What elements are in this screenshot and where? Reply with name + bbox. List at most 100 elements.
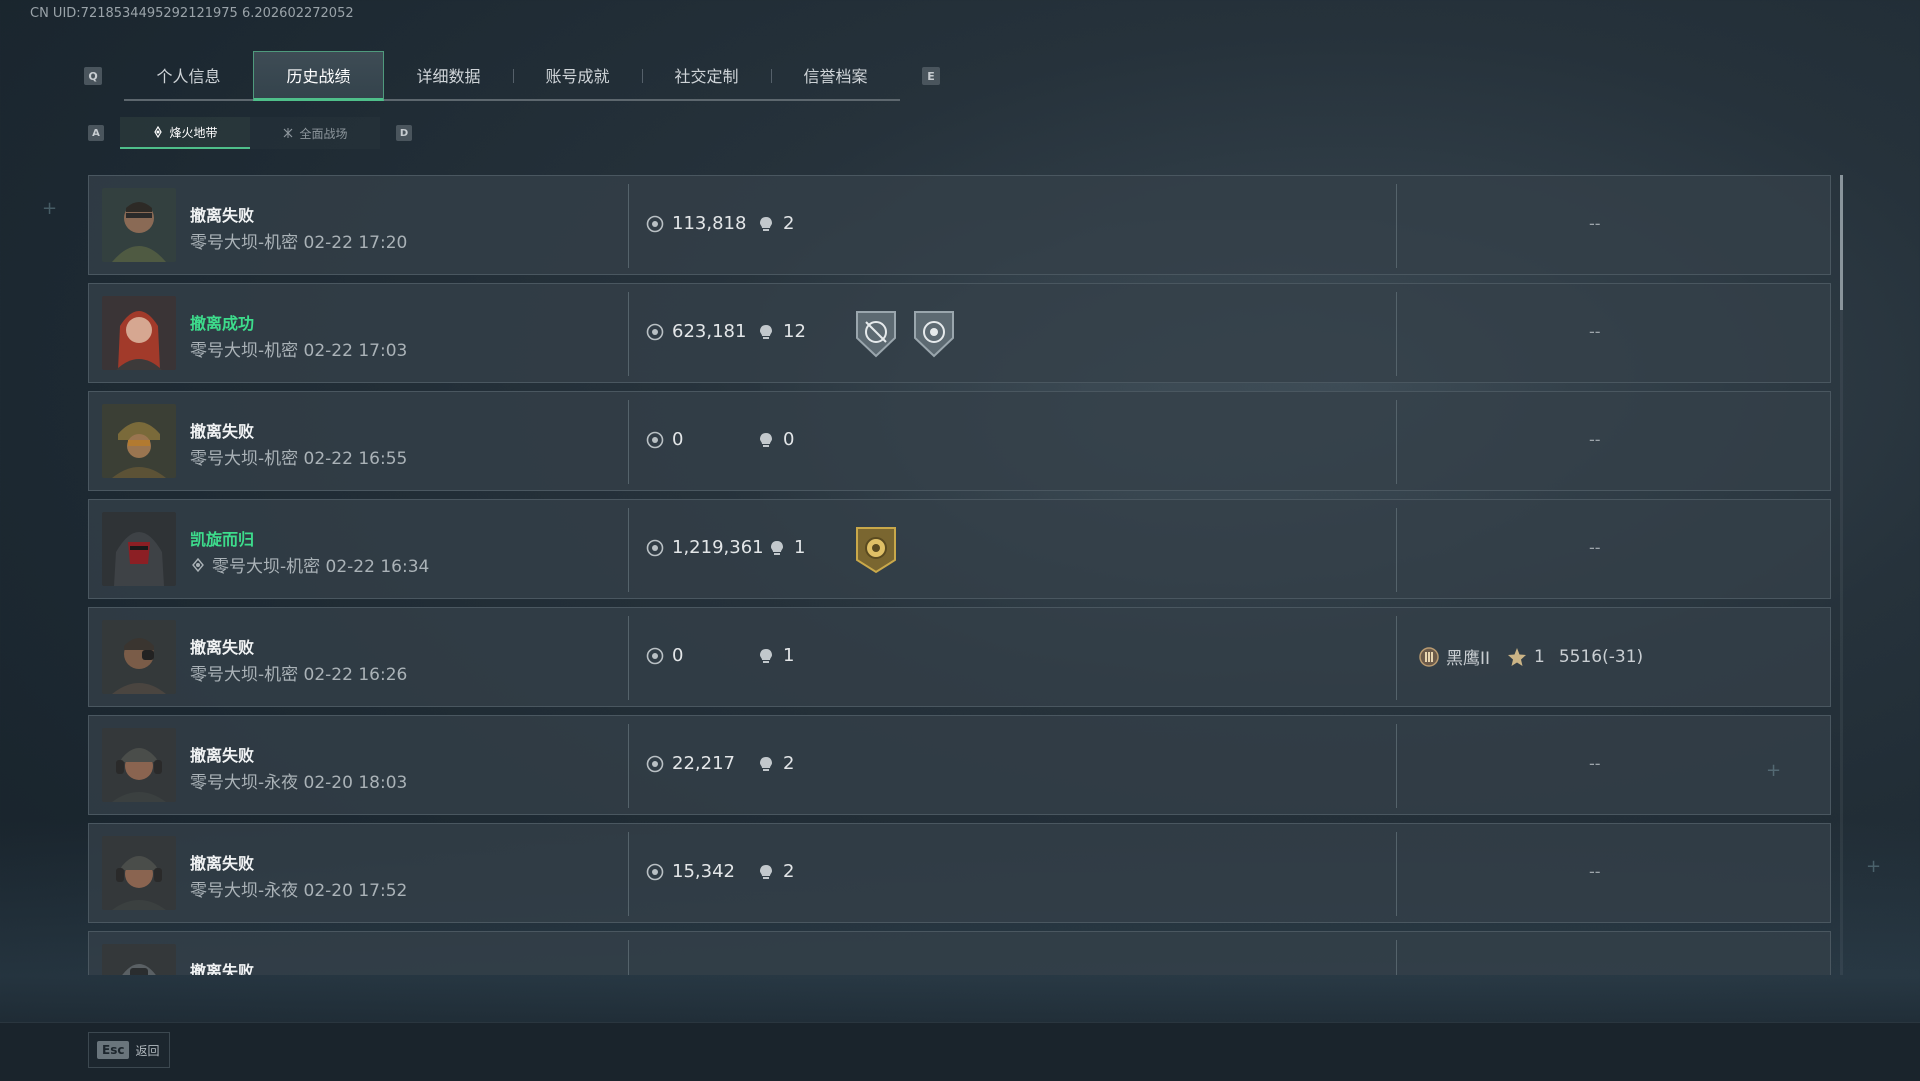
achievement-badges [853,524,899,576]
match-row[interactable]: 撤离成功 零号大坝-机密 02-22 17:03 623,181 12 -- [88,283,1831,383]
tab-social-custom[interactable]: 社交定制 [642,51,771,99]
list-scrollbar[interactable] [1840,175,1843,975]
back-button[interactable]: Esc 返回 [88,1032,170,1068]
battlefield-icon [284,128,293,138]
tab-match-history[interactable]: 历史战绩 [253,51,384,101]
match-meta-text: 零号大坝-机密 02-22 16:26 [190,665,408,685]
match-value-text: 15,342 [672,861,735,882]
match-meta: 零号大坝-永夜 02-20 18:03 [190,768,407,793]
match-row[interactable]: 撤离失败 [88,931,1831,975]
operator-avatar [102,188,176,262]
decorative-plus: + [1866,856,1882,877]
flame-zone-icon [154,126,163,138]
column-divider [628,400,629,484]
match-row[interactable]: 凯旋而归 零号大坝-机密 02-22 16:34 1,219,361 1 -- [88,499,1831,599]
operator-avatar [102,620,176,694]
rank-info: 黑鹰II 1 5516(-31) [1418,644,1643,669]
match-status: 撤离失败 [190,962,255,975]
match-kills-text: 1 [783,645,795,666]
tab-personal-info[interactable]: 个人信息 [124,51,253,99]
tab-achievements[interactable]: 账号成就 [513,51,642,99]
match-kills: 1 [757,645,794,666]
d-key-hint[interactable]: D [396,125,412,141]
match-row[interactable]: 撤离失败 零号大坝-机密 02-22 16:26 0 1 黑鹰II 1 5516… [88,607,1831,707]
main-tab-bar: Q 个人信息 历史战绩 详细数据 账号成就 社交定制 信誉档案 E [84,51,940,101]
crosshair-shield-badge-icon[interactable] [853,308,899,360]
match-kills-text: 2 [783,213,795,234]
column-divider [628,940,629,975]
operator-avatar [102,296,176,370]
rank-placeholder: -- [1589,430,1601,449]
skull-icon [760,432,772,447]
coin-icon [646,539,664,556]
rank-tier-name: 黑鹰II [1446,649,1491,669]
achievement-badges [853,308,957,360]
match-value-text: 623,181 [672,321,747,342]
skull-icon [760,216,772,231]
match-kills: 1 [768,537,805,558]
operator-avatar [102,944,176,975]
match-value-text: 0 [672,429,684,450]
tab-battlefield-label: 全面战场 [299,126,348,141]
coin-icon [646,323,664,340]
match-kills-text: 2 [783,861,795,882]
match-status: 撤离失败 [190,638,255,657]
match-meta: 零号大坝-机密 02-22 16:34 [190,552,429,577]
tab-flame-zone[interactable]: 烽火地带 [120,117,250,149]
mode-tab-bar: A 烽火地带 全面战场 D [88,117,412,149]
tab-reputation[interactable]: 信誉档案 [771,51,900,99]
operator-avatar [102,404,176,478]
match-meta: 零号大坝-机密 02-22 17:03 [190,336,407,361]
column-divider [1396,940,1397,975]
column-divider [628,184,629,268]
coin-icon [646,647,664,664]
flame-zone-icon [192,557,204,572]
column-divider [1396,400,1397,484]
match-meta: 零号大坝-永夜 02-20 17:52 [190,876,407,901]
match-meta-text: 零号大坝-机密 02-22 17:20 [190,233,408,253]
tab-detailed-data[interactable]: 详细数据 [384,51,513,99]
match-status: 撤离失败 [190,422,255,441]
rank-placeholder: -- [1589,862,1601,881]
rank-score: 5516(-31) [1558,646,1644,667]
match-value-text: 22,217 [672,753,735,774]
match-kills: 12 [757,321,806,342]
a-key-hint[interactable]: A [88,125,104,141]
tab-flame-zone-label: 烽火地带 [169,125,218,140]
rank-placeholder: -- [1589,322,1601,341]
match-value-text: 1,219,361 [672,537,764,558]
coin-icon [646,215,664,232]
rank-tier-icon [1419,646,1439,667]
match-row[interactable]: 撤离失败 零号大坝-机密 02-22 17:20 113,818 2 -- [88,175,1831,275]
match-value: 623,181 [646,321,746,342]
match-value: 1,219,361 [646,537,764,558]
match-kills-text: 1 [794,537,806,558]
match-row[interactable]: 撤离失败 零号大坝-永夜 02-20 18:03 22,217 2 -- [88,715,1831,815]
match-status: 撤离成功 [190,314,255,333]
match-row[interactable]: 撤离失败 零号大坝-机密 02-22 16:55 0 0 -- [88,391,1831,491]
skull-shield-badge-icon[interactable] [911,308,957,360]
tab-battlefield[interactable]: 全面战场 [250,117,380,149]
match-history-list: 撤离失败 零号大坝-机密 02-22 17:20 113,818 2 -- 撤离… [88,175,1831,975]
main-tabs: 个人信息 历史战绩 详细数据 账号成就 社交定制 信誉档案 [124,51,900,101]
match-value: 0 [646,429,683,450]
match-kills: 0 [757,429,794,450]
match-meta: 零号大坝-机密 02-22 17:20 [190,228,407,253]
coin-icon [646,431,664,448]
column-divider [628,832,629,916]
rank-placeholder: -- [1589,214,1601,233]
match-status: 撤离失败 [190,854,255,873]
match-row[interactable]: 撤离失败 零号大坝-永夜 02-20 17:52 15,342 2 -- [88,823,1831,923]
match-meta: 零号大坝-机密 02-22 16:26 [190,660,407,685]
q-key-hint[interactable]: Q [84,67,102,85]
scroll-thumb[interactable] [1840,175,1843,310]
esc-key-hint: Esc [97,1041,130,1059]
gold-target-badge-icon[interactable] [853,524,899,576]
coin-icon [646,863,664,880]
match-status: 撤离失败 [190,206,255,225]
column-divider [1396,184,1397,268]
skull-icon [760,864,772,879]
match-value: 22,217 [646,753,735,774]
e-key-hint[interactable]: E [922,67,940,85]
match-value-text: 0 [672,645,684,666]
